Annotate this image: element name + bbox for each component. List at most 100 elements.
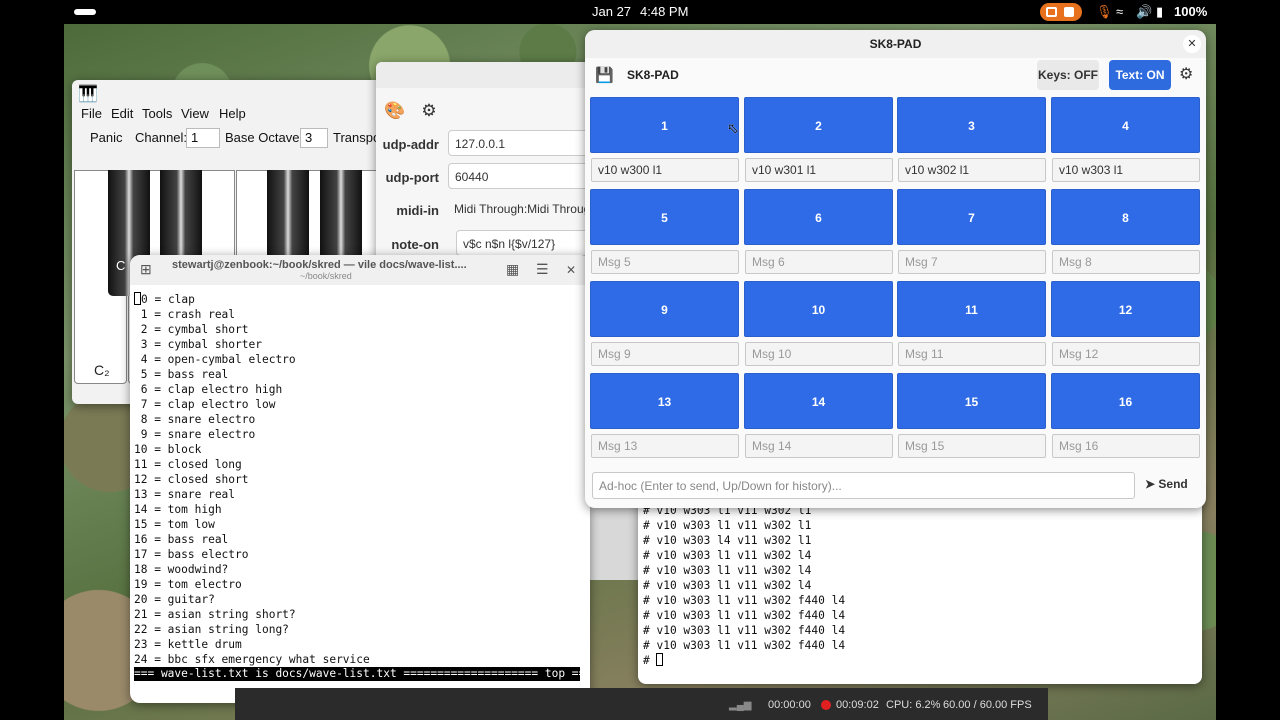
- clock-time[interactable]: 4:48 PM: [640, 4, 688, 19]
- pad-button-14[interactable]: 14: [744, 373, 893, 429]
- buffer-line: 15 = tom low: [134, 518, 215, 531]
- buffer-line: 6 = clap electro high: [134, 383, 283, 396]
- pad-message-field-16[interactable]: Msg 16: [1052, 434, 1200, 458]
- pad-message-field-13[interactable]: Msg 13: [591, 434, 739, 458]
- pad-button-10[interactable]: 10: [744, 281, 893, 337]
- buffer-line: 0 = clap: [134, 292, 370, 307]
- close-icon[interactable]: ✕: [1183, 35, 1201, 53]
- pad-message-field-9[interactable]: Msg 9: [591, 342, 739, 366]
- fps-readout: 60.00 / 60.00 FPS: [943, 699, 1032, 711]
- key-label: C: [116, 258, 126, 273]
- gear-icon[interactable]: ⚙: [412, 96, 446, 126]
- pad-button-3[interactable]: 3: [897, 97, 1046, 153]
- pad-message-field-4[interactable]: v10 w303 l1: [1052, 158, 1200, 182]
- screen: Jan 27 4:48 PM 🎙 ≈ 🔊 ▮ 100% 🎹 File Edit …: [0, 0, 1280, 720]
- battery-icon[interactable]: ▮: [1156, 4, 1163, 20]
- pad-button-13[interactable]: 13: [590, 373, 739, 429]
- app-title: SK8-PAD: [627, 68, 679, 82]
- output-line: # v10 w303 l1 v11 w302 l4: [643, 549, 812, 562]
- buffer-line-text: 0 = clap: [141, 293, 195, 306]
- editor-buffer[interactable]: 0 = clap 1 = crash real 2 = cymbal short…: [134, 292, 370, 667]
- pad-message-field-14[interactable]: Msg 14: [745, 434, 893, 458]
- pad-button-5[interactable]: 5: [590, 189, 739, 245]
- terminal-titlebar: ⊞ stewartj@zenbook:~/book/skred — vile d…: [130, 255, 590, 285]
- pad-button-12[interactable]: 12: [1051, 281, 1200, 337]
- output-line: # v10 w303 l1 v11 w302 f440 l4: [643, 609, 846, 622]
- mouse-cursor-icon: ⬁: [727, 120, 739, 136]
- adhoc-input[interactable]: Ad-hoc (Enter to send, Up/Down for histo…: [592, 472, 1135, 499]
- menu-bar: File Edit Tools View Help: [72, 104, 402, 126]
- pad-message-field-15[interactable]: Msg 15: [898, 434, 1046, 458]
- pad-button-16[interactable]: 16: [1051, 373, 1200, 429]
- pad-button-9[interactable]: 9: [590, 281, 739, 337]
- pad-message-field-7[interactable]: Msg 7: [898, 250, 1046, 274]
- vmpk-toolbar: Panic Channel: 1 Base Octave: 3 Transpo: [72, 128, 402, 150]
- buffer-line: 9 = snare electro: [134, 428, 256, 441]
- close-icon[interactable]: ✕: [566, 263, 576, 277]
- pad-message-field-10[interactable]: Msg 10: [745, 342, 893, 366]
- microphone-icon[interactable]: 🎙: [1096, 4, 1113, 20]
- clock-date[interactable]: Jan 27: [592, 4, 631, 19]
- pad-message-field-2[interactable]: v10 w301 l1: [745, 158, 893, 182]
- output-line: # v10 w303 l1 v11 w302 f440 l4: [643, 594, 846, 607]
- pad-button-8[interactable]: 8: [1051, 189, 1200, 245]
- grid-view-icon[interactable]: ▦: [506, 261, 519, 278]
- pad-button-2[interactable]: 2: [744, 97, 893, 153]
- pad-button-11[interactable]: 11: [897, 281, 1046, 337]
- buffer-line: 22 = asian string long?: [134, 623, 289, 636]
- background-window: [590, 500, 640, 580]
- pad-message-field-12[interactable]: Msg 12: [1052, 342, 1200, 366]
- midi-in-label: midi-in: [396, 203, 439, 218]
- menu-edit[interactable]: Edit: [111, 106, 133, 121]
- keys-toggle-button[interactable]: Keys: OFF: [1037, 60, 1099, 90]
- settings-row-midi-in: midi-in Midi Through:Midi Throug: [376, 196, 616, 226]
- udp-addr-label: udp-addr: [382, 137, 439, 152]
- pad-button-6[interactable]: 6: [744, 189, 893, 245]
- new-tab-icon[interactable]: ⊞: [140, 261, 152, 278]
- buffer-line: 10 = block: [134, 443, 202, 456]
- base-octave-label: Base Octave:: [225, 130, 304, 145]
- pad-button-7[interactable]: 7: [897, 189, 1046, 245]
- shell-prompt: #: [643, 654, 657, 667]
- pad-message-field-8[interactable]: Msg 8: [1052, 250, 1200, 274]
- menu-tools[interactable]: Tools: [142, 106, 172, 121]
- palette-icon[interactable]: 🎨: [378, 96, 412, 126]
- menu-view[interactable]: View: [181, 106, 209, 121]
- gear-icon[interactable]: ⚙: [1179, 64, 1193, 84]
- pad-message-field-3[interactable]: v10 w302 l1: [898, 158, 1046, 182]
- save-icon[interactable]: 💾: [595, 66, 614, 84]
- pad-message-field-6[interactable]: Msg 6: [745, 250, 893, 274]
- volume-icon[interactable]: 🔊: [1136, 4, 1152, 20]
- pad-message-field-1[interactable]: v10 w300 l1: [591, 158, 739, 182]
- panic-button[interactable]: Panic: [90, 130, 123, 145]
- pad-button-15[interactable]: 15: [897, 373, 1046, 429]
- base-octave-spinbox[interactable]: 3: [300, 128, 328, 148]
- buffer-line: 5 = bass real: [134, 368, 229, 381]
- pad-button-4[interactable]: 4: [1051, 97, 1200, 153]
- wifi-icon[interactable]: ≈: [1116, 4, 1123, 19]
- menu-icon[interactable]: ☰: [536, 261, 549, 278]
- pad-message-field-5[interactable]: Msg 5: [591, 250, 739, 274]
- pad-button-1[interactable]: 1: [590, 97, 739, 153]
- buffer-line: 8 = snare electro: [134, 413, 256, 426]
- piano-app-icon: 🎹: [78, 86, 98, 103]
- record-dot-icon: [821, 700, 831, 710]
- udp-port-label: udp-port: [385, 170, 439, 185]
- buffer-line: 3 = cymbal shorter: [134, 338, 262, 351]
- menu-file[interactable]: File: [81, 106, 102, 121]
- buffer-line: 4 = open-cymbal electro: [134, 353, 296, 366]
- prompt-line[interactable]: #: [643, 653, 845, 668]
- pad-message-field-11[interactable]: Msg 11: [898, 342, 1046, 366]
- settings-header: [376, 62, 616, 88]
- send-button[interactable]: ➤ Send: [1145, 477, 1188, 491]
- audio-level-icon: ▂▄▆: [729, 700, 752, 711]
- buffer-line: 16 = bass real: [134, 533, 229, 546]
- screen-record-icon[interactable]: [1040, 3, 1082, 21]
- channel-spinbox[interactable]: 1: [186, 128, 220, 148]
- text-toggle-button[interactable]: Text: ON: [1109, 60, 1171, 90]
- vile-status-line: === wave-list.txt is docs/wave-list.txt …: [134, 667, 580, 681]
- activities-indicator[interactable]: [74, 9, 96, 15]
- menu-help[interactable]: Help: [219, 106, 246, 121]
- send-label: Send: [1158, 477, 1188, 491]
- output-line: # v10 w303 l1 v11 w302 l1: [643, 519, 812, 532]
